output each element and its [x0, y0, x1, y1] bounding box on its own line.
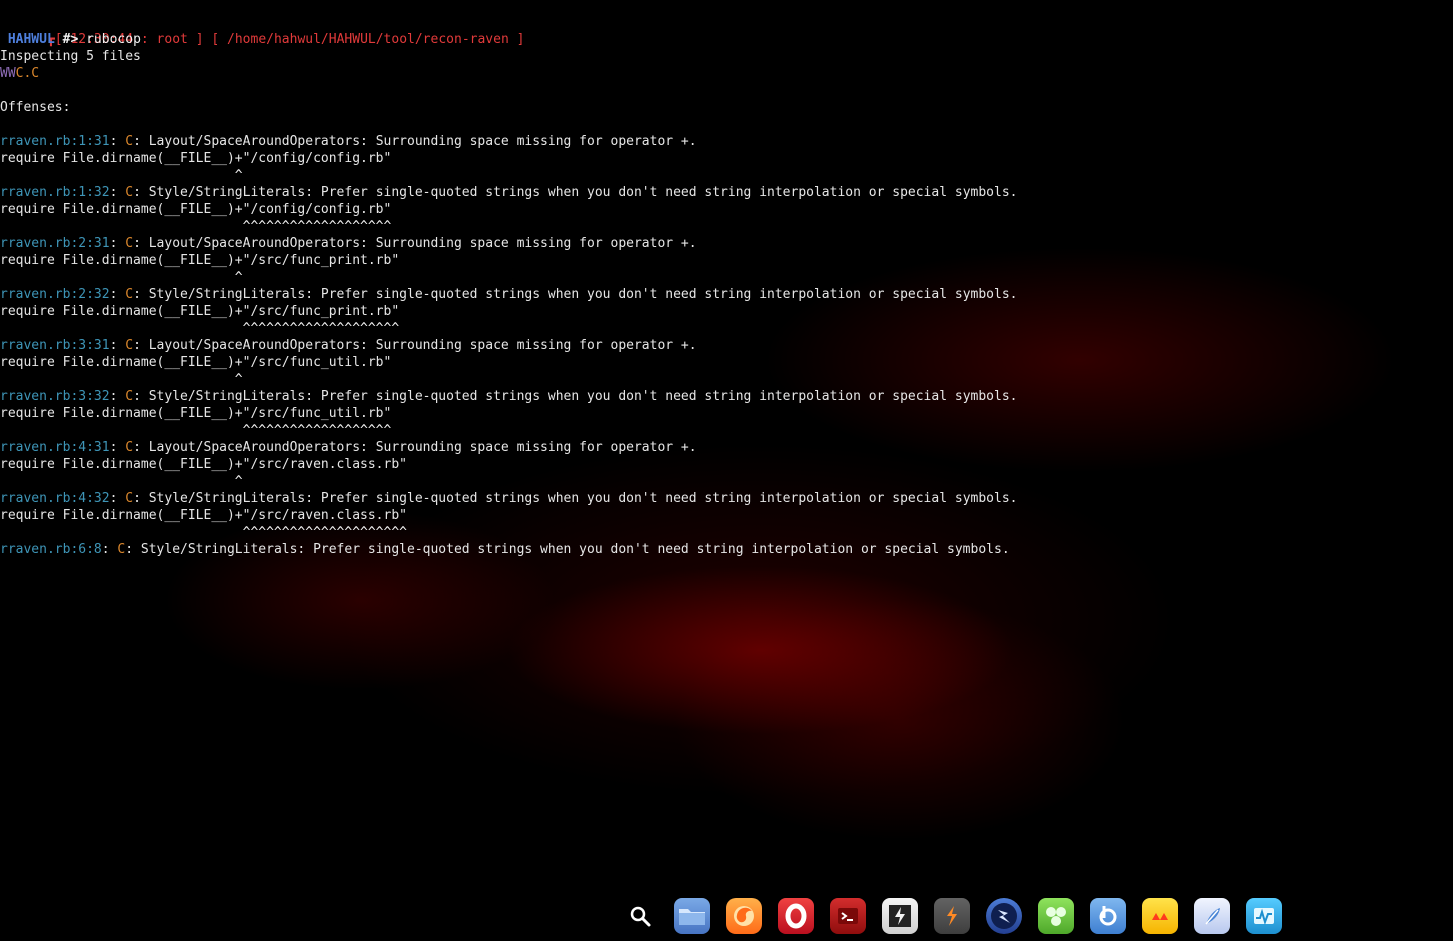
yakuake-icon[interactable] — [1142, 898, 1178, 934]
offense-separator: : — [109, 185, 126, 200]
terminal-output-line: rraven.rb:3:32: C: Style/StringLiterals:… — [0, 388, 1453, 405]
terminal-output-line: rraven.rb:3:31: C: Layout/SpaceAroundOpe… — [0, 337, 1453, 354]
offense-location: rraven.rb:2:31 — [0, 236, 110, 251]
terminal-output-line: ^^^^^^^^^^^^^^^^^^^^^ — [0, 525, 407, 540]
typed-command: rubocop — [78, 32, 141, 47]
offense-severity: C — [125, 287, 134, 302]
offense-location: rraven.rb:3:31 — [0, 338, 110, 353]
zaproxy-icon[interactable] — [882, 898, 918, 934]
offense-location: rraven.rb:4:32 — [0, 491, 110, 506]
offense-location: rraven.rb:3:32 — [0, 389, 110, 404]
offense-severity: C — [125, 491, 134, 506]
offense-message: : Style/StringLiterals: Prefer single-qu… — [125, 542, 1010, 556]
dock — [622, 892, 1282, 940]
system-monitor-icon[interactable] — [1246, 898, 1282, 934]
terminal-output-line: ^^^^^^^^^^^^^^^^^^^ — [0, 219, 392, 234]
firefox-icon[interactable] — [726, 898, 762, 934]
offense-separator: : — [109, 338, 126, 353]
terminal-output-line: ^^^^^^^^^^^^^^^^^^^ — [0, 423, 392, 438]
offense-message: : Layout/SpaceAroundOperators: Surroundi… — [133, 134, 697, 149]
terminal-output: Inspecting 5 files WWC.C Offenses: rraven.r… — [0, 48, 1453, 556]
terminal-output-line: require File.dirname(__FILE__)+"/src/fun… — [0, 406, 392, 421]
owasp-zap-icon[interactable] — [986, 898, 1022, 934]
terminal-output-line: require File.dirname(__FILE__)+"/config/… — [0, 202, 392, 217]
terminal-output-line: WWC.C — [0, 65, 1453, 82]
offense-separator: : — [109, 491, 126, 506]
status-convention-marks: C.C — [15, 66, 40, 81]
prompt-path: /home/hahwul/HAHWUL/tool/recon-raven — [219, 32, 517, 47]
offense-message: : Style/StringLiterals: Prefer single-qu… — [133, 185, 1018, 200]
terminal-output-line: require File.dirname(__FILE__)+"/config/… — [0, 151, 392, 166]
host-label: HAHWUL — [7, 32, 55, 47]
maltego-icon[interactable] — [1038, 898, 1074, 934]
terminal-output-line: require File.dirname(__FILE__)+"/src/fun… — [0, 304, 400, 319]
prompt-user: root — [148, 32, 196, 47]
burp-icon[interactable] — [1090, 898, 1126, 934]
offense-severity: C — [125, 134, 134, 149]
offense-location: rraven.rb:1:31 — [0, 134, 110, 149]
terminal-output-line: rraven.rb:1:31: C: Layout/SpaceAroundOpe… — [0, 133, 1453, 150]
offense-location: rraven.rb:1:32 — [0, 185, 110, 200]
file-manager-icon[interactable] — [674, 898, 710, 934]
offense-message: : Layout/SpaceAroundOperators: Surroundi… — [133, 236, 697, 251]
feather-icon[interactable] — [1194, 898, 1230, 934]
offense-location: rraven.rb:6:8 — [0, 542, 102, 556]
status-warning-marks: WW — [0, 66, 16, 81]
terminal-output-line: ^ — [0, 168, 243, 183]
prompt-separator-2: ] [ — [195, 32, 220, 47]
offense-location: rraven.rb:2:32 — [0, 287, 110, 302]
offense-location: rraven.rb:4:31 — [0, 440, 110, 455]
offense-message: : Style/StringLiterals: Prefer single-qu… — [133, 389, 1018, 404]
offense-separator: : — [109, 236, 126, 251]
terminal-output-line: ^^^^^^^^^^^^^^^^^^^^ — [0, 321, 400, 336]
offense-severity: C — [125, 185, 134, 200]
terminal-output-line: rraven.rb:2:31: C: Layout/SpaceAroundOpe… — [0, 235, 1453, 252]
terminal-output-line: rraven.rb:4:31: C: Layout/SpaceAroundOpe… — [0, 439, 1453, 456]
offense-severity: C — [125, 440, 134, 455]
offense-separator: : — [109, 440, 126, 455]
offense-separator: : — [109, 389, 126, 404]
terminal-output-line: Inspecting 5 files — [0, 49, 141, 64]
offense-separator: : — [101, 542, 118, 556]
offense-severity: C — [125, 236, 134, 251]
terminal-output-line: rraven.rb:6:8: C: Style/StringLiterals: … — [0, 541, 1453, 556]
terminal-output-line: require File.dirname(__FILE__)+"/src/rav… — [0, 508, 407, 523]
terminal-output-line: require File.dirname(__FILE__)+"/src/fun… — [0, 253, 400, 268]
terminal-output-line: rraven.rb:2:32: C: Style/StringLiterals:… — [0, 286, 1453, 303]
offense-message: : Style/StringLiterals: Prefer single-qu… — [133, 287, 1018, 302]
terminal-output-line: require File.dirname(__FILE__)+"/src/fun… — [0, 355, 392, 370]
offense-separator: : — [109, 287, 126, 302]
desktop: ┏[ 12:30:44 : root ] [ /home/hahwul/HAHW… — [0, 0, 1453, 941]
sublime-icon[interactable] — [934, 898, 970, 934]
prompt-symbol: #> — [62, 32, 79, 47]
offense-message: : Layout/SpaceAroundOperators: Surroundi… — [133, 440, 697, 455]
search-icon[interactable] — [622, 898, 658, 934]
terminal-output-line: require File.dirname(__FILE__)+"/src/rav… — [0, 457, 407, 472]
offense-message: : Style/StringLiterals: Prefer single-qu… — [133, 491, 1018, 506]
terminal-icon[interactable] — [830, 898, 866, 934]
prompt-end: ] — [516, 32, 525, 47]
opera-icon[interactable] — [778, 898, 814, 934]
offense-severity: C — [125, 338, 134, 353]
offense-severity: C — [125, 389, 134, 404]
terminal-output-line: ^ — [0, 474, 243, 489]
terminal-output-line: Offenses: — [0, 100, 71, 115]
offense-message: : Layout/SpaceAroundOperators: Surroundi… — [133, 338, 697, 353]
terminal-output-line: ^ — [0, 372, 243, 387]
terminal-output-line: ^ — [0, 270, 243, 285]
offense-separator: : — [109, 134, 126, 149]
terminal-output-line: rraven.rb:4:32: C: Style/StringLiterals:… — [0, 490, 1453, 507]
terminal-output-line: rraven.rb:1:32: C: Style/StringLiterals:… — [0, 184, 1453, 201]
prompt-separator-1: : — [140, 32, 149, 47]
terminal-window[interactable]: ┏[ 12:30:44 : root ] [ /home/hahwul/HAHW… — [0, 0, 1453, 556]
prompt-line-1: ┏[ 12:30:44 : root ] [ /home/hahwul/HAHW… — [0, 14, 1453, 47]
